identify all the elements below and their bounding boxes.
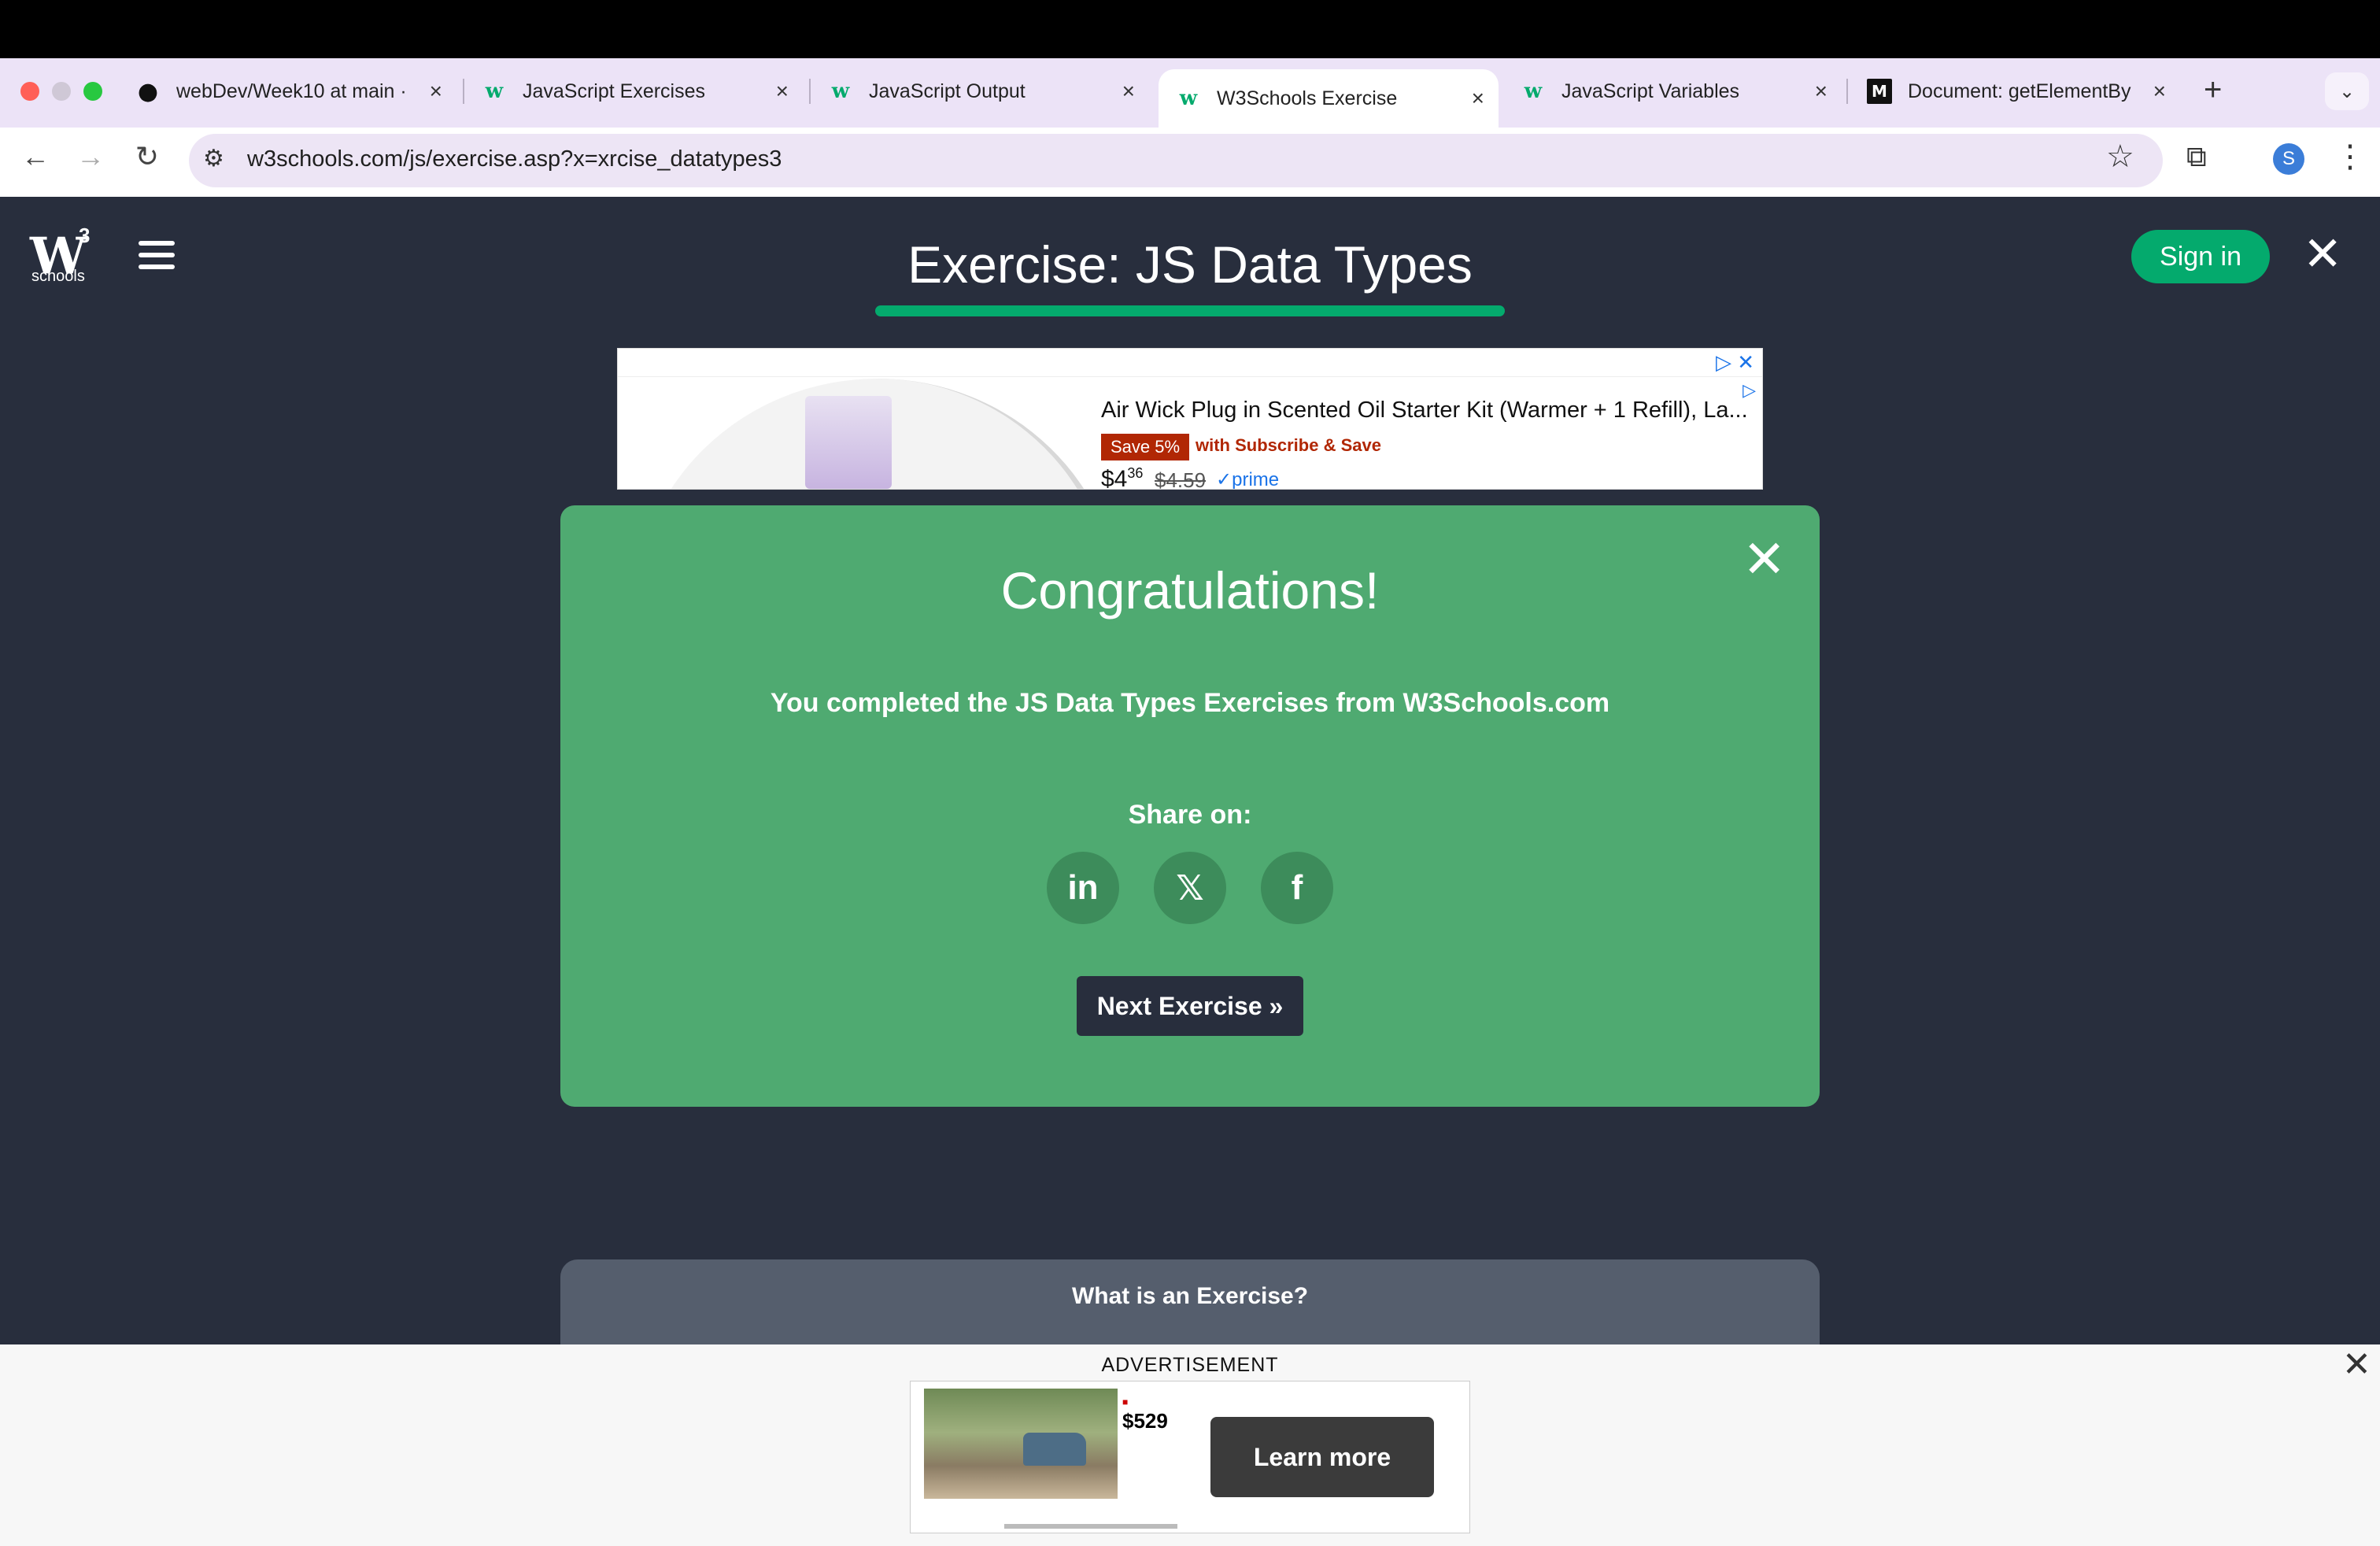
- ad-scrollbar[interactable]: [1004, 1524, 1177, 1529]
- tab-separator: [1846, 79, 1848, 104]
- bookmark-star-icon[interactable]: ☆: [2106, 139, 2134, 175]
- tab-close-icon[interactable]: ×: [430, 79, 442, 104]
- w3schools-logo[interactable]: W 3 schools: [30, 224, 90, 286]
- arrow-left-icon: ←: [21, 140, 50, 172]
- ad-brand-mark: ■: [1122, 1396, 1129, 1407]
- linkedin-icon: in: [1067, 868, 1099, 907]
- logo-superscript: 3: [79, 224, 91, 247]
- tab-title: webDev/Week10 at main ·: [176, 80, 407, 102]
- mdn-icon: M: [1867, 79, 1892, 104]
- browser-tab[interactable]: ● webDev/Week10 at main · ×: [118, 69, 456, 113]
- tab-title: JavaScript Exercises: [523, 80, 706, 102]
- github-icon: ●: [137, 77, 159, 105]
- ad-product-title[interactable]: Air Wick Plug in Scented Oil Starter Kit…: [1101, 398, 1748, 423]
- ad-choices-close-icon[interactable]: ▷ ✕: [1716, 350, 1754, 375]
- info-heading[interactable]: What is an Exercise?: [560, 1283, 1820, 1310]
- ad-choices-icon[interactable]: ▷: [1743, 380, 1756, 401]
- browser-tab[interactable]: M Document: getElementBy ×: [1850, 69, 2180, 113]
- ad-close-icon[interactable]: ✕: [2342, 1344, 2371, 1385]
- learn-more-button[interactable]: Learn more: [1210, 1417, 1434, 1497]
- tab-close-icon[interactable]: ×: [1122, 79, 1135, 104]
- screen-top-bar: [0, 0, 2380, 58]
- title-underline: [875, 305, 1505, 316]
- advertisement-label: ADVERTISEMENT: [1101, 1354, 1279, 1376]
- w3schools-icon: w: [1524, 80, 1543, 103]
- browser-tab[interactable]: w JavaScript Exercises ×: [464, 69, 803, 113]
- ad-subscribe-text: with Subscribe & Save: [1196, 435, 1381, 455]
- reload-button[interactable]: ↻: [128, 140, 167, 173]
- tab-close-icon[interactable]: ×: [776, 79, 789, 104]
- hamburger-menu-icon[interactable]: [139, 241, 175, 276]
- url-text[interactable]: w3schools.com/js/exercise.asp?x=xrcise_d…: [247, 146, 782, 172]
- page-title: Exercise: JS Data Types: [907, 235, 1473, 294]
- share-facebook-button[interactable]: f: [1261, 852, 1333, 924]
- chevron-down-icon: ⌄: [2338, 80, 2356, 102]
- browser-tab[interactable]: w JavaScript Variables ×: [1503, 69, 1842, 113]
- site-settings-icon[interactable]: ⚙: [203, 145, 224, 172]
- reload-icon: ↻: [135, 140, 160, 172]
- ad-car-price: $529: [1122, 1409, 1168, 1433]
- w3schools-icon: w: [1179, 87, 1198, 110]
- logo-text: schools: [31, 268, 85, 285]
- share-x-button[interactable]: 𝕏: [1154, 852, 1226, 924]
- ad-price-dollars: $4: [1101, 466, 1128, 490]
- ad-car-image: [1023, 1433, 1086, 1466]
- tab-title: Document: getElementBy: [1908, 80, 2131, 102]
- forward-button[interactable]: →: [71, 140, 110, 173]
- x-icon: 𝕏: [1176, 868, 1204, 908]
- next-exercise-button[interactable]: Next Exercise »: [1077, 976, 1303, 1036]
- browser-menu-icon[interactable]: ⋮: [2334, 139, 2366, 175]
- tab-search-button[interactable]: ⌄: [2325, 72, 2369, 110]
- w3schools-icon: w: [485, 80, 504, 103]
- ad-price-cents: 36: [1127, 465, 1144, 481]
- window-minimize-button[interactable]: [52, 82, 71, 101]
- arrow-right-icon: →: [76, 140, 105, 172]
- tab-close-icon[interactable]: ×: [1472, 86, 1484, 111]
- extensions-icon[interactable]: ⧉: [2186, 140, 2207, 174]
- tab-title: JavaScript Variables: [1561, 80, 1740, 102]
- ad-save-badge: Save 5%: [1101, 434, 1190, 460]
- new-tab-button[interactable]: +: [2204, 72, 2222, 108]
- ad-product-image[interactable]: [805, 396, 892, 489]
- top-advertisement[interactable]: ▷ ✕ Air Wick Plug in Scented Oil Starter…: [617, 348, 1763, 490]
- back-button[interactable]: ←: [16, 140, 55, 173]
- tab-close-icon[interactable]: ×: [1815, 79, 1828, 104]
- w3schools-icon: w: [831, 80, 850, 103]
- tab-title: JavaScript Output: [869, 80, 1026, 102]
- facebook-icon: f: [1291, 868, 1303, 907]
- ad-price: $436: [1101, 465, 1144, 490]
- ad-prime-badge: ✓prime: [1216, 469, 1280, 490]
- share-label: Share on:: [1128, 800, 1252, 830]
- ad-old-price: $4.59: [1155, 468, 1207, 490]
- ad-car-photo[interactable]: [924, 1389, 1118, 1499]
- tab-close-icon[interactable]: ×: [2153, 79, 2166, 104]
- browser-tab[interactable]: w JavaScript Output ×: [811, 69, 1149, 113]
- close-icon[interactable]: ✕: [2303, 227, 2342, 282]
- completion-message: You completed the JS Data Types Exercise…: [770, 688, 1610, 718]
- tab-title: W3Schools Exercise: [1217, 87, 1398, 109]
- window-close-button[interactable]: [20, 82, 39, 101]
- modal-heading: Congratulations!: [1000, 561, 1380, 620]
- browser-tab-active[interactable]: w W3Schools Exercise ×: [1159, 69, 1499, 128]
- sign-in-button[interactable]: Sign in: [2131, 230, 2270, 283]
- share-linkedin-button[interactable]: in: [1047, 852, 1119, 924]
- window-maximize-button[interactable]: [83, 82, 102, 101]
- profile-avatar[interactable]: S: [2273, 143, 2304, 175]
- ad-header-strip: [618, 349, 1762, 377]
